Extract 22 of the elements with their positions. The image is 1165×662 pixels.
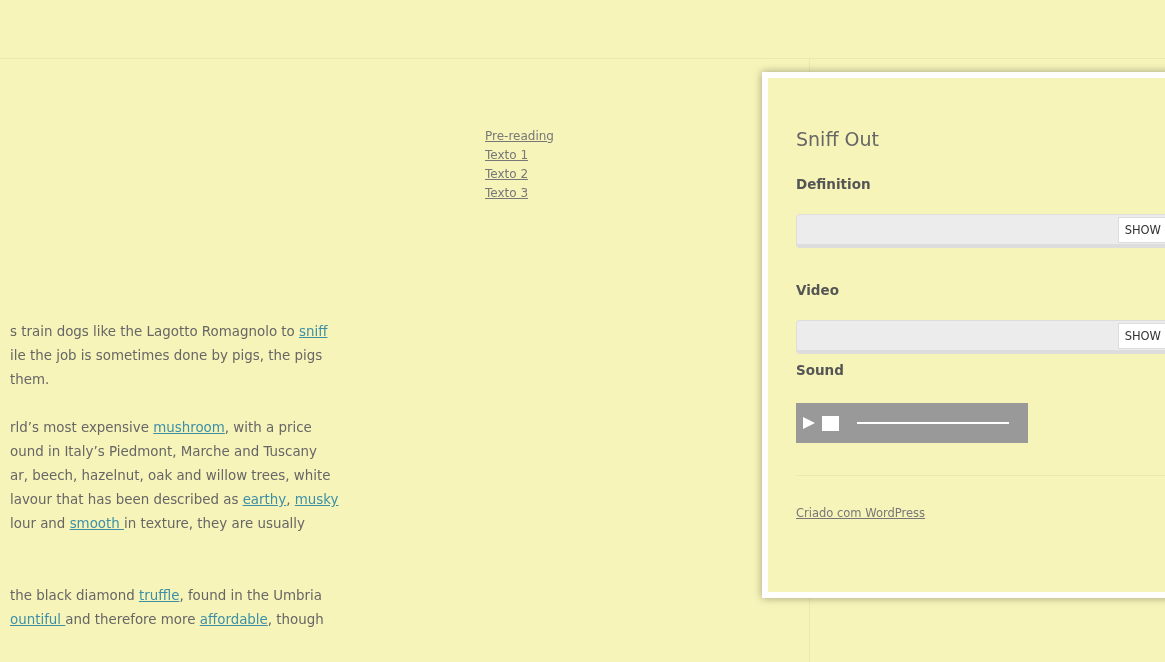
- section-label: Video: [796, 282, 840, 298]
- nav-link[interactable]: Pre-reading: [485, 129, 554, 143]
- section-label: Definition: [796, 176, 872, 192]
- section-label: Sound: [796, 362, 845, 378]
- word-link[interactable]: smooth: [69, 516, 125, 531]
- show-button[interactable]: SHOW: [1117, 322, 1165, 349]
- word-link[interactable]: truffle: [138, 588, 180, 603]
- nav-link[interactable]: Texto 3: [485, 186, 529, 200]
- word-link[interactable]: earthy: [242, 492, 287, 507]
- stop-icon[interactable]: [822, 415, 839, 431]
- word-link[interactable]: sniff: [299, 324, 328, 339]
- show-button[interactable]: SHOW: [1117, 216, 1165, 243]
- word-link[interactable]: mushroom: [153, 420, 225, 435]
- play-icon[interactable]: [802, 416, 816, 430]
- nav-link[interactable]: Texto 1: [485, 148, 529, 162]
- panel-title: Sniff Out: [796, 128, 880, 150]
- footer-link[interactable]: Criado com WordPress: [796, 506, 926, 520]
- word-link[interactable]: ountiful: [10, 612, 66, 627]
- paragraph: the black diamond truffle, found in the Umbria ountiful and therefore more affordable, though: [10, 587, 325, 629]
- nav-link[interactable]: Texto 2: [485, 167, 529, 181]
- word-link[interactable]: affordable: [199, 612, 268, 627]
- word-link[interactable]: musky: [294, 492, 339, 507]
